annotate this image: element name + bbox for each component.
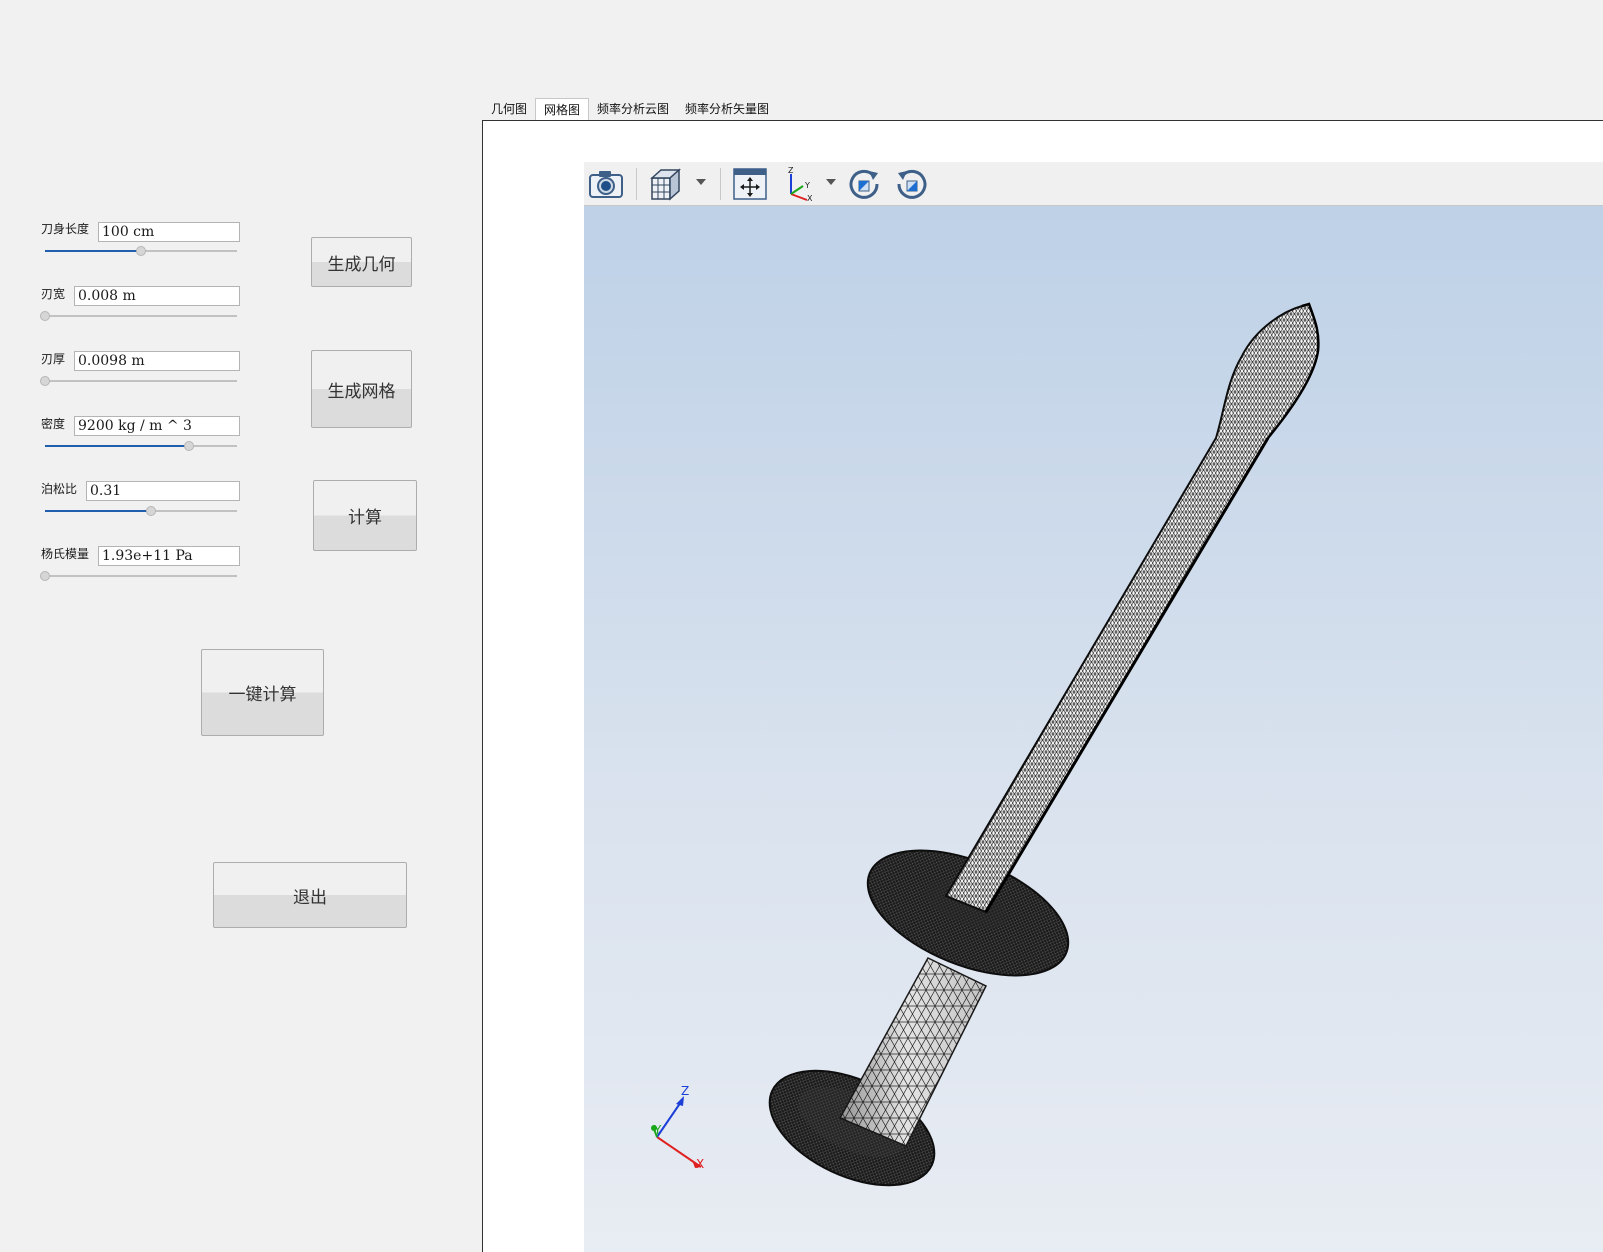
generate-geometry-button[interactable]: 生成几何	[311, 237, 412, 287]
tab-mesh[interactable]: 网格图	[535, 98, 590, 120]
blade-width-input[interactable]: 0.008 m	[74, 286, 240, 306]
poisson-ratio-slider[interactable]	[45, 505, 237, 517]
density-label: 密度	[41, 417, 66, 431]
camera-icon[interactable]	[588, 166, 624, 202]
exit-button[interactable]: 退出	[213, 862, 407, 928]
youngs-modulus-label: 杨氏模量	[41, 547, 90, 561]
rotate-cw-icon[interactable]	[846, 166, 882, 202]
tab-frequency-vector[interactable]: 频率分析矢量图	[677, 98, 777, 120]
axis-x-label: X	[696, 1157, 705, 1171]
poisson-ratio-label: 泊松比	[41, 482, 78, 496]
svg-text:Y: Y	[804, 181, 810, 190]
blade-length-input[interactable]: 100 cm	[98, 222, 240, 242]
slider-handle[interactable]	[40, 311, 50, 321]
tab-bar: 几何图 网格图 频率分析云图 频率分析矢量图	[483, 98, 777, 120]
sword-mesh-model	[651, 302, 1320, 1187]
viewer-toolbar: Z Y X	[584, 162, 1603, 206]
axis-z-label: Z	[681, 1084, 690, 1098]
axis-y-label: Y	[654, 1123, 662, 1137]
tab-geometry[interactable]: 几何图	[483, 98, 535, 120]
blade-width-slider[interactable]	[40, 310, 237, 322]
blade-length-label: 刀身长度	[41, 222, 90, 236]
compute-button[interactable]: 计算	[313, 480, 417, 551]
youngs-modulus-slider[interactable]	[40, 570, 237, 582]
axes-icon[interactable]: Z Y X	[782, 166, 818, 202]
density-input[interactable]: 9200 kg / m ^ 3	[74, 416, 240, 436]
view-dropdown-arrow-icon[interactable]	[694, 175, 708, 189]
fit-all-icon[interactable]	[732, 166, 768, 202]
blade-thickness-slider[interactable]	[40, 375, 237, 387]
blade-thickness-label: 刃厚	[41, 352, 66, 366]
slider-handle[interactable]	[40, 571, 50, 581]
generate-mesh-button[interactable]: 生成网格	[311, 350, 412, 428]
poisson-ratio-input[interactable]: 0.31	[86, 481, 240, 501]
slider-handle[interactable]	[184, 441, 194, 451]
svg-text:Z: Z	[788, 166, 794, 175]
rotate-ccw-icon[interactable]	[894, 166, 930, 202]
slider-handle[interactable]	[40, 376, 50, 386]
tab-frequency-contour[interactable]: 频率分析云图	[589, 98, 677, 120]
blade-length-slider[interactable]	[45, 245, 237, 257]
youngs-modulus-input[interactable]: 1.93e+11 Pa	[98, 546, 240, 566]
blade-thickness-input[interactable]: 0.0098 m	[74, 351, 240, 371]
slider-handle[interactable]	[136, 246, 146, 256]
view-cube-icon[interactable]	[648, 166, 684, 202]
mesh-viewport[interactable]: X Y Z	[584, 206, 1603, 1252]
axes-dropdown-arrow-icon[interactable]	[824, 175, 838, 189]
one-click-compute-button[interactable]: 一键计算	[201, 649, 324, 736]
slider-handle[interactable]	[145, 506, 156, 516]
density-slider[interactable]	[45, 440, 237, 452]
blade-width-label: 刃宽	[41, 287, 66, 301]
svg-text:X: X	[807, 194, 813, 202]
